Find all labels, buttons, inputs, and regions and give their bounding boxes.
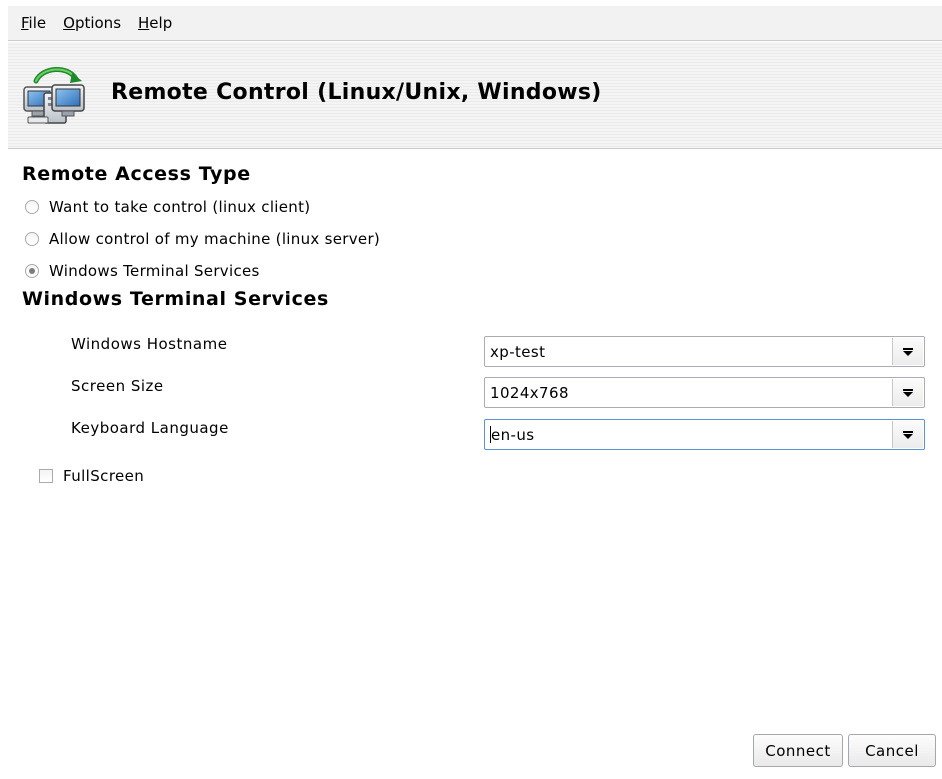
hostname-value[interactable]: xp-test: [490, 343, 545, 361]
connect-button[interactable]: Connect: [753, 734, 843, 767]
radio-button[interactable]: [25, 200, 39, 214]
menu-file-mnemonic: F: [21, 14, 29, 32]
radio-label: Allow control of my machine (linux serve…: [49, 230, 381, 248]
screen-size-label: Screen Size: [71, 377, 164, 395]
hostname-dropdown-button[interactable]: [892, 338, 923, 365]
menu-options[interactable]: Options: [63, 14, 121, 32]
hostname-label: Windows Hostname: [71, 335, 228, 353]
keyboard-language-value: en-us: [491, 426, 535, 444]
remote-computer-icon: [22, 63, 88, 129]
keyboard-language-dropdown-button[interactable]: [892, 421, 923, 448]
remote-access-type-heading: Remote Access Type: [22, 163, 251, 185]
radio-option-windows-terminal-services[interactable]: Windows Terminal Services: [25, 262, 260, 280]
menu-file-label: ile: [28, 14, 47, 32]
menu-file[interactable]: File: [21, 14, 46, 32]
menu-options-label: ptions: [74, 14, 122, 32]
radio-option-linux-server[interactable]: Allow control of my machine (linux serve…: [25, 230, 380, 248]
screen-size-combobox[interactable]: 1024x768: [484, 377, 925, 408]
windows-terminal-services-heading: Windows Terminal Services: [22, 288, 329, 310]
keyboard-language-combobox[interactable]: en-us: [484, 419, 925, 450]
cancel-button[interactable]: Cancel: [848, 734, 936, 767]
fullscreen-label: FullScreen: [63, 467, 145, 485]
keyboard-language-label: Keyboard Language: [71, 419, 229, 437]
radio-label: Windows Terminal Services: [49, 262, 260, 280]
remote-control-window: File Options Help Remote Control (Linux/…: [0, 0, 942, 779]
menu-help-mnemonic: H: [138, 14, 150, 32]
dropdown-arrow-icon: [903, 431, 913, 439]
screen-size-value[interactable]: 1024x768: [490, 384, 569, 402]
radio-option-linux-client[interactable]: Want to take control (linux client): [25, 198, 310, 216]
menu-options-mnemonic: O: [63, 14, 75, 32]
page-title: Remote Control (Linux/Unix, Windows): [111, 80, 602, 105]
hostname-combobox[interactable]: xp-test: [484, 336, 925, 367]
radio-label: Want to take control (linux client): [49, 198, 311, 216]
menu-help-label: elp: [149, 14, 173, 32]
menubar: File Options Help: [8, 6, 942, 41]
dropdown-arrow-icon: [903, 389, 913, 397]
screen-size-dropdown-button[interactable]: [892, 379, 923, 406]
dropdown-arrow-icon: [903, 348, 913, 356]
radio-button[interactable]: [25, 232, 39, 246]
header-banner: Remote Control (Linux/Unix, Windows): [8, 42, 942, 149]
menu-help[interactable]: Help: [138, 14, 172, 32]
fullscreen-option[interactable]: FullScreen: [39, 467, 144, 485]
keyboard-language-input[interactable]: en-us: [490, 426, 534, 444]
radio-button-selected[interactable]: [25, 264, 39, 278]
fullscreen-checkbox[interactable]: [39, 469, 53, 483]
